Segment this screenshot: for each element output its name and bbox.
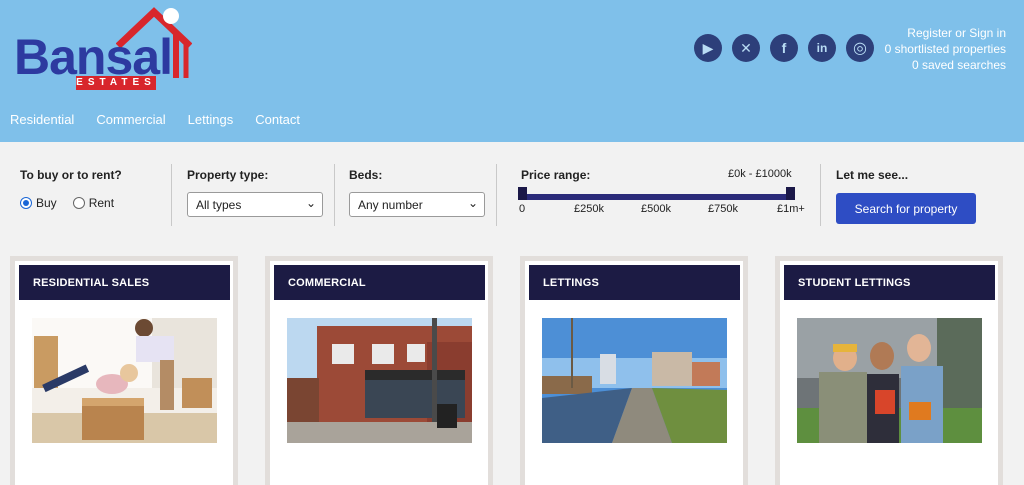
x-icon[interactable]: ✕ [732,34,760,62]
chevron-down-icon: ⌄ [305,196,316,210]
price-tick: £1m+ [777,203,805,215]
price-range-value: £0k - £1000k [728,168,792,180]
shortlisted-link[interactable]: 0 shortlisted properties [885,41,1006,57]
beds-select[interactable]: Any number ⌄ [349,192,485,217]
let-me-see-label: Let me see... [836,168,909,182]
divider [334,164,335,226]
card-title: STUDENT LETTINGS [784,265,995,300]
price-min-handle[interactable] [518,187,527,200]
price-range-label: Price range: [521,168,591,182]
property-type-label: Property type: [187,168,269,182]
youtube-icon[interactable]: ▶ [694,34,722,62]
price-tick: £500k [641,203,671,215]
divider [820,164,821,226]
card-lettings[interactable]: LETTINGS [520,256,748,485]
card-student-lettings[interactable]: STUDENT LETTINGS [775,256,1003,485]
facebook-icon[interactable]: f [770,34,798,62]
logo-subtitle: ESTATES [76,76,156,90]
beds-label: Beds: [349,168,383,182]
card-title: LETTINGS [529,265,740,300]
register-link[interactable]: Register or Sign in [885,25,1006,41]
buy-rent-options: Buy Rent [20,196,114,210]
property-type-select[interactable]: All types ⌄ [187,192,323,217]
nav-lettings[interactable]: Lettings [188,112,234,127]
rent-radio[interactable] [72,197,85,209]
site-header: Bansal ESTATES ▶ ✕ f in ◎ Register or Si… [0,0,1024,142]
commercial-image[interactable] [287,318,472,443]
search-property-button[interactable]: Search for property [836,193,976,224]
buy-radio[interactable] [20,197,32,209]
price-slider-track[interactable] [521,194,791,200]
price-tick: £750k [708,203,738,215]
bansal-logo[interactable]: Bansal ESTATES [12,6,192,92]
card-residential-sales[interactable]: RESIDENTIAL SALES [10,256,238,485]
price-tick: £250k [574,203,604,215]
price-tick: 0 [519,203,526,215]
card-title: COMMERCIAL [274,265,485,300]
instagram-icon[interactable]: ◎ [846,34,874,62]
linkedin-icon[interactable]: in [808,34,836,62]
nav-contact[interactable]: Contact [255,112,300,127]
card-title: RESIDENTIAL SALES [19,265,230,300]
price-max-handle[interactable] [786,187,795,200]
rent-label: Rent [88,196,115,210]
saved-searches-link[interactable]: 0 saved searches [885,57,1006,73]
property-type-value: All types [196,198,242,212]
logo-wordmark: Bansal [14,29,173,85]
lettings-image[interactable] [542,318,727,443]
divider [496,164,497,226]
chevron-down-icon: ⌄ [467,196,478,210]
beds-value: Any number [358,198,423,212]
nav-residential[interactable]: Residential [10,112,74,127]
nav-commercial[interactable]: Commercial [96,112,165,127]
residential-sales-image[interactable] [32,318,217,443]
buy-rent-label: To buy or to rent? [20,168,122,182]
student-lettings-image[interactable] [797,318,982,443]
buy-label: Buy [36,196,57,210]
social-links: ▶ ✕ f in ◎ [694,34,874,62]
account-links: Register or Sign in 0 shortlisted proper… [885,25,1006,73]
main-nav: Residential Commercial Lettings Contact [10,112,300,127]
divider [171,164,172,226]
card-commercial[interactable]: COMMERCIAL [265,256,493,485]
